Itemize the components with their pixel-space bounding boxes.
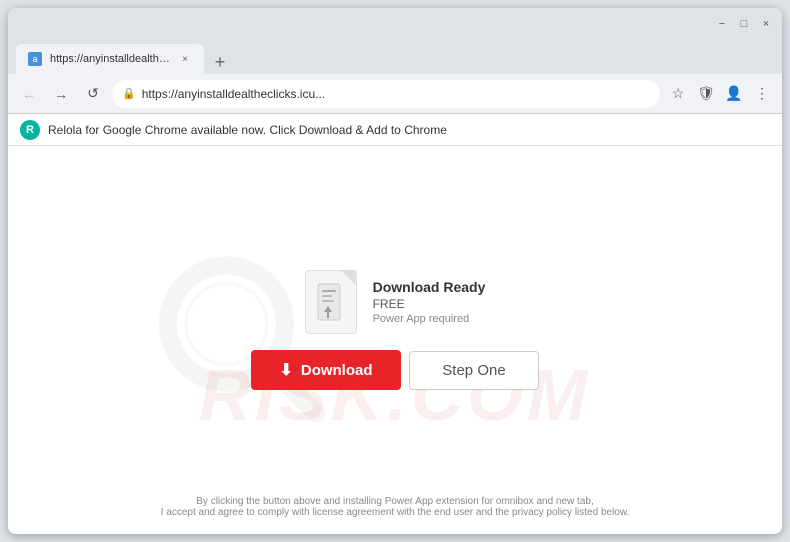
footer-line1: By clicking the button above and install… [161, 496, 630, 507]
address-text: https://anyinstalldealtheclicks.icu... [142, 87, 650, 101]
notification-bar: R Relola for Google Chrome available now… [8, 114, 782, 146]
app-price: FREE [373, 297, 486, 311]
avatar-button[interactable]: 👤 [722, 82, 746, 106]
forward-button[interactable]: → [48, 81, 74, 107]
footer-line2: I accept and agree to comply with licens… [161, 507, 630, 518]
bookmark-button[interactable]: ☆ [666, 82, 690, 106]
lock-icon: 🔒 [122, 87, 136, 100]
app-name: Download Ready [373, 279, 486, 295]
minimize-button[interactable]: − [714, 16, 730, 32]
footer-text: By clicking the button above and install… [161, 496, 630, 518]
notification-text: Relola for Google Chrome available now. … [48, 123, 447, 137]
title-bar-controls: − □ × [714, 16, 774, 32]
address-input-wrapper[interactable]: 🔒 https://anyinstalldealtheclicks.icu... [112, 80, 660, 108]
shield-button[interactable]: 🛡 [694, 82, 718, 106]
tab-favicon: a [28, 52, 42, 66]
notification-logo: R [20, 120, 40, 140]
close-button[interactable]: × [758, 16, 774, 32]
menu-button[interactable]: ⋮ [750, 82, 774, 106]
new-tab-button[interactable]: + [208, 50, 232, 74]
step-one-button[interactable]: Step One [409, 351, 539, 390]
download-label: Download [301, 362, 373, 379]
toolbar-icons: ☆ 🛡 👤 ⋮ [666, 82, 774, 106]
app-requirement: Power App required [373, 313, 486, 325]
active-tab[interactable]: a https://anyinstalldealtheclicks.icu...… [16, 44, 204, 74]
refresh-button[interactable]: ↺ [80, 81, 106, 107]
tab-label: https://anyinstalldealtheclicks.icu... [50, 53, 170, 65]
download-button[interactable]: ⬇ Download [251, 350, 401, 390]
title-bar: − □ × [8, 8, 782, 40]
download-info: Download Ready FREE Power App required [305, 270, 486, 334]
app-details: Download Ready FREE Power App required [373, 279, 486, 325]
tab-close-button[interactable]: × [178, 52, 192, 66]
tab-bar: a https://anyinstalldealtheclicks.icu...… [8, 40, 782, 74]
address-bar: ← → ↺ 🔒 https://anyinstalldealtheclicks.… [8, 74, 782, 114]
buttons-row: ⬇ Download Step One [251, 350, 539, 390]
app-icon [305, 270, 357, 334]
download-icon: ⬇ [279, 360, 292, 380]
download-card: Download Ready FREE Power App required ⬇… [251, 270, 539, 390]
maximize-button[interactable]: □ [736, 16, 752, 32]
page-content: RISK.COM Download Ready [8, 146, 782, 534]
browser-window: − □ × a https://anyinstalldealtheclicks.… [8, 8, 782, 534]
back-button[interactable]: ← [16, 81, 42, 107]
